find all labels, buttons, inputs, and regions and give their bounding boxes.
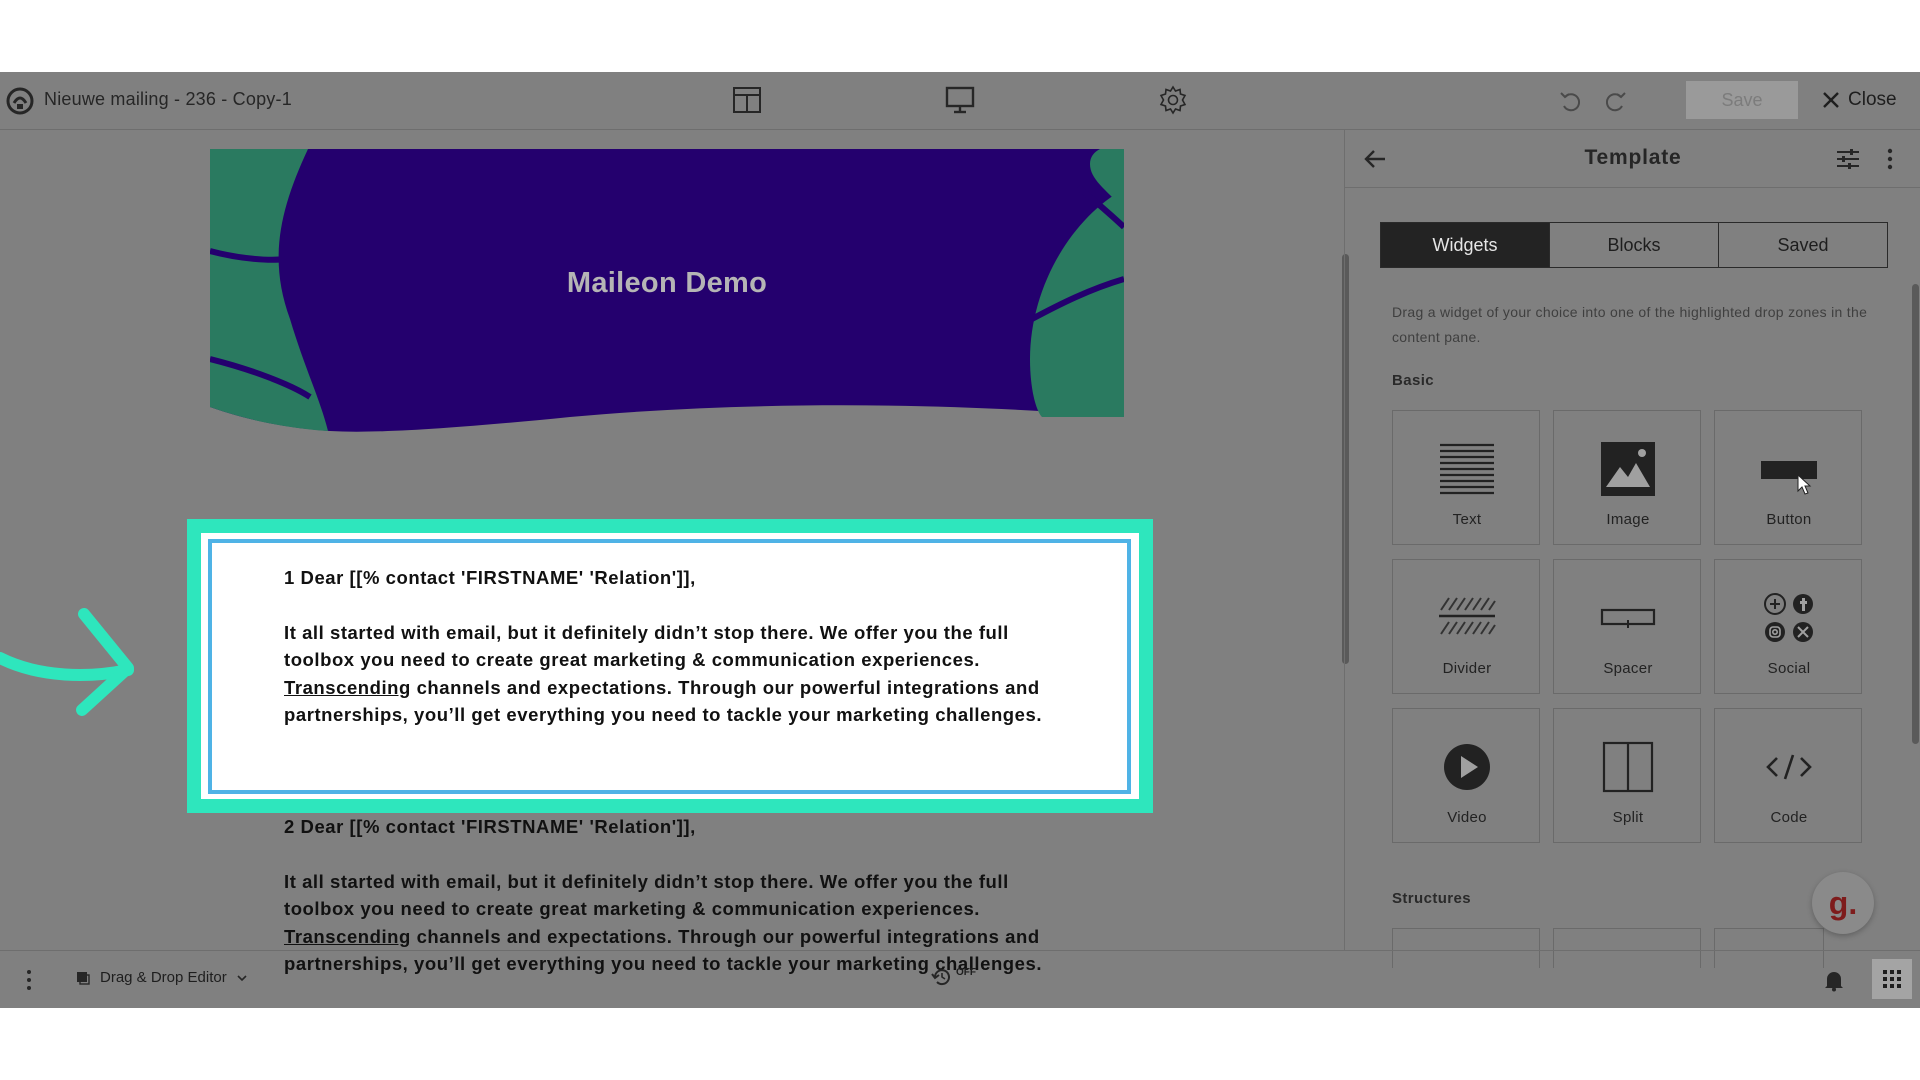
spacer-icon	[1600, 608, 1656, 628]
editor-mode-selector[interactable]: Drag & Drop Editor	[76, 969, 247, 986]
widget-label: Code	[1770, 809, 1808, 826]
widget-label: Image	[1606, 511, 1650, 528]
greeting-line: 1 Dear [[% contact 'FIRSTNAME' 'Relation…	[284, 567, 696, 588]
widget-social[interactable]: Social	[1714, 559, 1862, 694]
panel-title: Template	[1584, 146, 1682, 169]
app-window: Nieuwe mailing - 236 - Copy-1 Save Close…	[0, 72, 1920, 1008]
tab-saved[interactable]: Saved	[1719, 223, 1887, 267]
more-options-icon[interactable]	[1885, 146, 1895, 172]
social-icon	[1764, 593, 1813, 642]
widget-video[interactable]: Video	[1392, 708, 1540, 843]
arrow-callout-icon	[0, 608, 134, 716]
code-icon	[1766, 754, 1812, 780]
bell-icon[interactable]	[1822, 968, 1846, 992]
divider-icon	[1439, 597, 1496, 635]
sliders-icon[interactable]	[1835, 146, 1861, 172]
tab-widgets[interactable]: Widgets	[1381, 223, 1550, 267]
apps-grid-icon	[1883, 970, 1901, 988]
widget-label: Button	[1766, 511, 1812, 528]
autosave-toggle[interactable]: OFF	[930, 965, 976, 989]
split-icon	[1602, 741, 1654, 793]
widget-label: Split	[1612, 809, 1644, 826]
widget-code[interactable]: Code	[1714, 708, 1862, 843]
autosave-state: OFF	[956, 967, 976, 978]
close-label: Close	[1848, 89, 1897, 110]
tab-blocks[interactable]: Blocks	[1550, 223, 1719, 267]
panel-tabs: Widgets Blocks Saved	[1380, 222, 1888, 268]
panel-scrollbar[interactable]	[1912, 284, 1919, 744]
widget-split[interactable]: Split	[1553, 708, 1701, 843]
transcending-link[interactable]: Transcending	[284, 926, 411, 947]
panel-header: Template	[1345, 130, 1920, 188]
help-chat-button[interactable]: g.	[1812, 872, 1874, 934]
app-logo-icon[interactable]	[6, 87, 34, 115]
redo-icon[interactable]	[1601, 87, 1629, 115]
widget-label: Video	[1447, 809, 1487, 826]
button-icon	[1761, 461, 1817, 495]
widget-spacer[interactable]: Spacer	[1553, 559, 1701, 694]
layout-icon[interactable]	[731, 84, 763, 116]
apps-grid-button[interactable]	[1872, 959, 1912, 999]
hero-banner[interactable]: Maileon Demo	[209, 149, 1127, 439]
undo-icon[interactable]	[1557, 87, 1585, 115]
widget-divider[interactable]: Divider	[1392, 559, 1540, 694]
panel-help-text: Drag a widget of your choice into one of…	[1392, 304, 1868, 345]
video-icon	[1444, 744, 1490, 790]
hero-title: Maileon Demo	[566, 267, 768, 299]
widget-button[interactable]: Button	[1714, 410, 1862, 545]
widget-image[interactable]: Image	[1553, 410, 1701, 545]
bottom-status-bar: Drag & Drop Editor OFF	[0, 950, 1920, 1008]
text-icon	[1440, 443, 1494, 495]
basic-section-heading: Basic	[1392, 372, 1435, 389]
widget-text[interactable]: Text	[1392, 410, 1540, 545]
document-title: Nieuwe mailing - 236 - Copy-1	[44, 89, 292, 109]
widget-label: Social	[1767, 660, 1811, 677]
image-icon	[1601, 442, 1655, 496]
transcending-link[interactable]: Transcending	[284, 677, 411, 698]
structures-section-heading: Structures	[1392, 890, 1472, 907]
template-panel: Template Widgets Blocks Saved Drag a wid…	[1344, 130, 1920, 968]
editor-icon	[77, 971, 90, 985]
text-block-1[interactable]: 1 Dear [[% contact 'FIRSTNAME' 'Relation…	[284, 564, 1064, 729]
save-button[interactable]: Save	[1686, 81, 1798, 119]
body-paragraph: It all started with email, but it defini…	[284, 621, 1043, 726]
editor-mode-label: Drag & Drop Editor	[100, 969, 227, 986]
widget-label: Text	[1452, 511, 1482, 528]
widget-label: Divider	[1442, 660, 1492, 677]
desktop-preview-icon[interactable]	[944, 84, 976, 116]
menu-dots-icon[interactable]	[24, 968, 34, 992]
greeting-line: 2 Dear [[% contact 'FIRSTNAME' 'Relation…	[284, 816, 696, 837]
email-canvas[interactable]: Maileon Demo 1 Dear [[% contact 'FIRSTNA…	[0, 130, 1349, 974]
chevron-down-icon	[237, 974, 247, 981]
autosave-icon	[931, 969, 950, 986]
close-icon	[1823, 92, 1839, 108]
widget-label: Spacer	[1603, 660, 1653, 677]
close-button[interactable]: Close	[1822, 85, 1897, 115]
settings-gear-icon[interactable]	[1157, 84, 1189, 116]
top-toolbar: Nieuwe mailing - 236 - Copy-1 Save Close	[0, 72, 1920, 130]
